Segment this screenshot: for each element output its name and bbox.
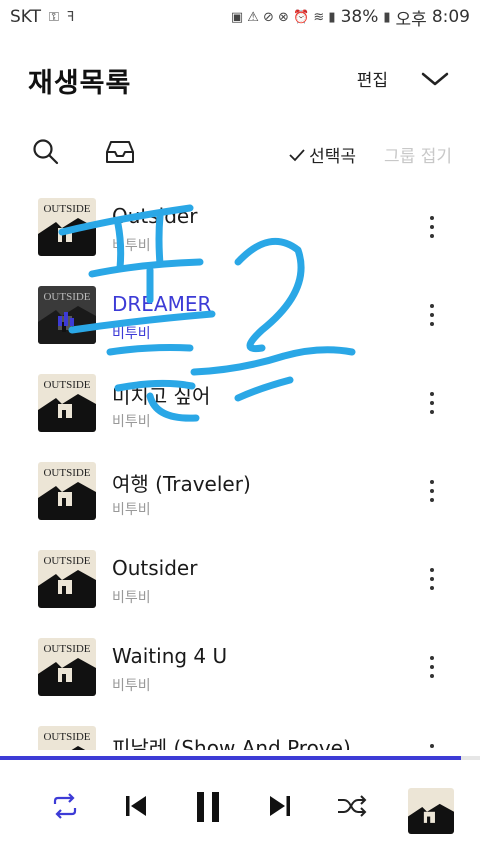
playback-progress-fill (0, 756, 461, 760)
search-button[interactable] (32, 138, 60, 170)
previous-icon (126, 796, 146, 816)
shuffle-button[interactable] (336, 792, 368, 824)
track-title: 여행 (Traveler) (112, 472, 251, 496)
key-icon: ⚿ (49, 9, 59, 25)
page-title: 재생목록 (28, 67, 132, 99)
track-album-art: OUTSIDE (38, 374, 96, 432)
album-art-image: OUTSIDE (38, 638, 96, 696)
more-options-button[interactable] (428, 568, 436, 592)
search-icon (33, 139, 59, 165)
shuffle-icon (338, 795, 367, 817)
track-list[interactable]: OUTSIDE Outsider 비투비 OUTSIDE DREAMER 비투비… (0, 182, 480, 750)
more-vertical-icon (428, 744, 436, 750)
track-row[interactable]: OUTSIDE DREAMER 비투비 (0, 270, 480, 358)
track-artist: 비투비 (112, 502, 151, 518)
more-vertical-icon (428, 656, 436, 678)
svg-text:OUTSIDE: OUTSIDE (43, 379, 90, 391)
svg-text:OUTSIDE: OUTSIDE (43, 555, 90, 567)
edit-button[interactable]: 편집 (357, 66, 388, 91)
group-collapse-button[interactable]: 그룹 접기 (384, 142, 452, 167)
next-icon (270, 796, 290, 816)
more-options-button[interactable] (428, 656, 436, 680)
album-art-image (408, 788, 454, 834)
f-icon: ꟻ (66, 9, 75, 25)
collapse-button[interactable] (418, 64, 452, 94)
check-icon (289, 148, 305, 161)
inbox-icon (106, 141, 134, 163)
svg-text:OUTSIDE: OUTSIDE (43, 203, 90, 215)
track-album-art: OUTSIDE (38, 726, 96, 750)
battery-percent: 38% (340, 7, 379, 27)
now-playing-album-art[interactable] (408, 788, 454, 834)
time-label: 8:09 (431, 7, 470, 27)
svg-text:OUTSIDE: OUTSIDE (43, 731, 90, 743)
track-title: Waiting 4 U (112, 644, 228, 668)
toolbar: 선택곡 그룹 접기 (32, 136, 452, 172)
album-art-image: OUTSIDE (38, 550, 96, 608)
more-options-button[interactable] (428, 216, 436, 240)
status-bar: SKT ⚿ ꟻ ▣ ⚠ ⊘ ⊗ ⏰ ≋ ▮ 38% ▮ 오후 8:09 (0, 0, 480, 34)
notification-icons: ▣ ⚠ ⊘ ⊗ ⏰ ≋ ▮ (230, 9, 336, 25)
album-art-image: OUTSIDE (38, 198, 96, 256)
more-vertical-icon (428, 568, 436, 590)
track-album-art: OUTSIDE (38, 286, 96, 344)
more-vertical-icon (428, 480, 436, 502)
svg-text:OUTSIDE: OUTSIDE (43, 291, 90, 303)
more-options-button[interactable] (428, 304, 436, 328)
track-title: Outsider (112, 556, 198, 580)
player-controls (0, 780, 480, 840)
time-ampm: 오후 (395, 9, 427, 30)
svg-text:OUTSIDE: OUTSIDE (43, 643, 90, 655)
repeat-button[interactable] (50, 792, 80, 824)
more-options-button[interactable] (428, 744, 436, 750)
track-album-art: OUTSIDE (38, 462, 96, 520)
track-row[interactable]: OUTSIDE 여행 (Traveler) 비투비 (0, 446, 480, 534)
track-row[interactable]: OUTSIDE Outsider 비투비 (0, 534, 480, 622)
more-vertical-icon (428, 216, 436, 238)
album-art-image: OUTSIDE (38, 286, 96, 344)
svg-text:OUTSIDE: OUTSIDE (43, 467, 90, 479)
pause-button[interactable] (194, 790, 222, 828)
pause-icon (197, 792, 219, 822)
track-artist: 비투비 (112, 238, 151, 254)
more-vertical-icon (428, 392, 436, 414)
more-options-button[interactable] (428, 392, 436, 416)
track-artist: 비투비 (112, 326, 151, 342)
inbox-button[interactable] (104, 138, 136, 170)
track-row[interactable]: OUTSIDE Waiting 4 U 비투비 (0, 622, 480, 710)
track-album-art: OUTSIDE (38, 198, 96, 256)
more-options-button[interactable] (428, 480, 436, 504)
track-album-art: OUTSIDE (38, 550, 96, 608)
track-title: DREAMER (112, 292, 212, 316)
track-row[interactable]: OUTSIDE Outsider 비투비 (0, 182, 480, 270)
battery-icon: ▮ (383, 9, 391, 25)
previous-button[interactable] (124, 792, 148, 824)
track-album-art: OUTSIDE (38, 638, 96, 696)
track-row[interactable]: OUTSIDE 미치고 싶어 비투비 (0, 358, 480, 446)
track-artist: 비투비 (112, 590, 151, 606)
track-title: Outsider (112, 204, 198, 228)
album-art-image: OUTSIDE (38, 462, 96, 520)
track-artist: 비투비 (112, 414, 151, 430)
select-songs-button[interactable]: 선택곡 (289, 142, 356, 167)
header: 재생목록 편집 (28, 58, 452, 102)
more-vertical-icon (428, 304, 436, 326)
track-row[interactable]: OUTSIDE 피날레 (Show And Prove) 비투비 (0, 710, 480, 750)
next-button[interactable] (268, 792, 292, 824)
track-title: 미치고 싶어 (112, 384, 211, 408)
select-songs-label: 선택곡 (309, 147, 356, 167)
repeat-icon (53, 793, 77, 819)
track-title: 피날레 (Show And Prove) (112, 736, 351, 750)
chevron-down-icon (421, 72, 449, 86)
album-art-image: OUTSIDE (38, 726, 96, 750)
track-artist: 비투비 (112, 678, 151, 694)
album-art-image: OUTSIDE (38, 374, 96, 432)
playback-progress-bar[interactable] (0, 756, 480, 760)
carrier-label: SKT (10, 7, 42, 27)
